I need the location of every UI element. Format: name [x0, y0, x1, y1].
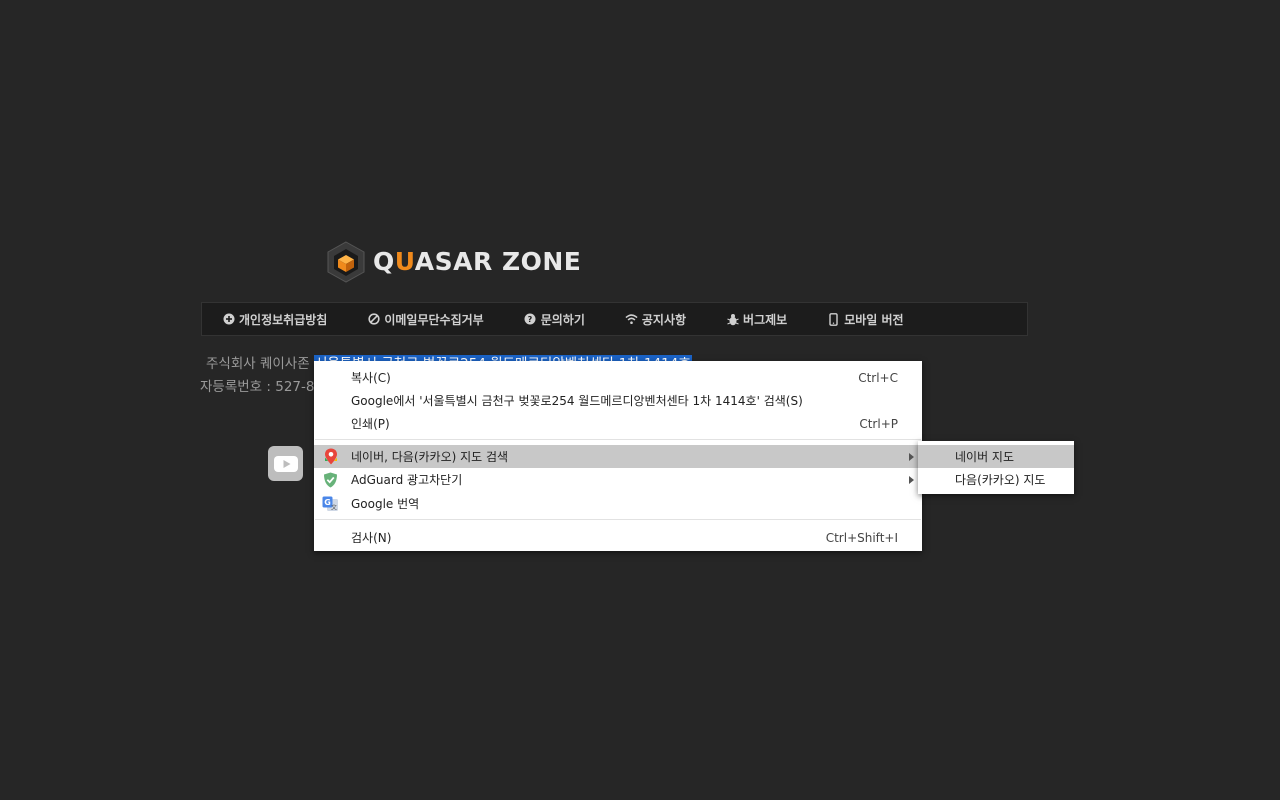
menu-separator — [315, 519, 921, 520]
adguard-shield-icon — [322, 471, 339, 488]
menu-item-label: 네이버, 다음(카카오) 지도 검색 — [351, 450, 509, 464]
submenu-arrow-icon — [909, 475, 914, 484]
menu-item-label: 복사(C) — [351, 371, 391, 385]
context-menu: 복사(C) Ctrl+C Google에서 '서울특별시 금천구 벚꽃로254 … — [314, 361, 922, 551]
context-menu-inspect[interactable]: 검사(N) Ctrl+Shift+I — [314, 526, 922, 549]
site-logo[interactable]: QUASAR ZONE — [327, 241, 581, 283]
menu-item-label: 인쇄(P) — [351, 417, 390, 431]
menu-item-label: Google에서 '서울특별시 금천구 벚꽃로254 월드메르디앙벤처센타 1차… — [351, 394, 803, 408]
footer-nav: 개인정보취급방침 이메일무단수집거부 ? 문의하기 공지사항 버그제보 모바일 … — [201, 302, 1028, 336]
company-name: 주식회사 퀘이사존 — [206, 356, 314, 372]
logo-wordmark: QUASAR ZONE — [373, 247, 582, 276]
wifi-icon — [625, 313, 638, 326]
menu-separator — [315, 439, 921, 440]
footer-link-label: 버그제보 — [743, 312, 788, 327]
company-registration-line: 자등록번호 : 527-8 — [200, 379, 315, 395]
logo-cube-icon — [327, 241, 365, 283]
svg-text:?: ? — [528, 315, 533, 324]
bug-icon — [726, 313, 739, 326]
footer-link-mobile[interactable]: 모바일 버전 — [827, 311, 904, 328]
footer-link-contact[interactable]: ? 문의하기 — [524, 311, 585, 328]
menu-item-shortcut: Ctrl+C — [858, 370, 898, 385]
mobile-icon — [827, 312, 840, 326]
context-menu-google-search[interactable]: Google에서 '서울특별시 금천구 벚꽃로254 월드메르디앙벤처센타 1차… — [314, 389, 922, 412]
menu-item-label: 네이버 지도 — [955, 450, 1015, 464]
footer-link-label: 모바일 버전 — [844, 312, 904, 327]
ban-icon — [367, 313, 380, 326]
footer-link-label: 문의하기 — [540, 312, 585, 327]
menu-item-label: 다음(카카오) 지도 — [955, 473, 1046, 487]
svg-text:G: G — [324, 498, 331, 507]
context-menu-adguard[interactable]: AdGuard 광고차단기 — [314, 468, 922, 491]
footer-link-email-refusal[interactable]: 이메일무단수집거부 — [367, 311, 484, 328]
context-menu-copy[interactable]: 복사(C) Ctrl+C — [314, 366, 922, 389]
menu-item-shortcut: Ctrl+Shift+I — [825, 530, 898, 545]
footer-link-privacy[interactable]: 개인정보취급방침 — [222, 311, 327, 328]
footer-link-label: 개인정보취급방침 — [239, 312, 328, 327]
plus-circle-icon — [222, 313, 235, 326]
context-menu-google-translate[interactable]: G文 Google 번역 — [314, 492, 922, 515]
menu-item-label: Google 번역 — [351, 497, 420, 511]
context-menu-map-search[interactable]: 네이버, 다음(카카오) 지도 검색 — [314, 445, 922, 468]
menu-item-shortcut: Ctrl+P — [859, 416, 898, 431]
footer-link-label: 공지사항 — [641, 312, 687, 327]
submenu-arrow-icon — [909, 452, 914, 461]
context-menu-print[interactable]: 인쇄(P) Ctrl+P — [314, 412, 922, 435]
menu-item-label: AdGuard 광고차단기 — [351, 473, 463, 487]
question-circle-icon: ? — [524, 313, 537, 326]
menu-item-label: 검사(N) — [351, 531, 392, 545]
youtube-link[interactable] — [268, 446, 303, 481]
footer-link-label: 이메일무단수집거부 — [384, 312, 484, 327]
footer-link-notice[interactable]: 공지사항 — [625, 311, 686, 328]
youtube-icon — [273, 455, 298, 472]
submenu-daum-map[interactable]: 다음(카카오) 지도 — [918, 468, 1074, 491]
svg-text:文: 文 — [331, 503, 337, 511]
map-submenu: 네이버 지도 다음(카카오) 지도 — [918, 441, 1074, 494]
footer-link-bug-report[interactable]: 버그제보 — [726, 311, 787, 328]
submenu-naver-map[interactable]: 네이버 지도 — [918, 445, 1074, 468]
google-translate-icon: G文 — [322, 495, 339, 512]
map-pin-icon — [322, 448, 339, 465]
